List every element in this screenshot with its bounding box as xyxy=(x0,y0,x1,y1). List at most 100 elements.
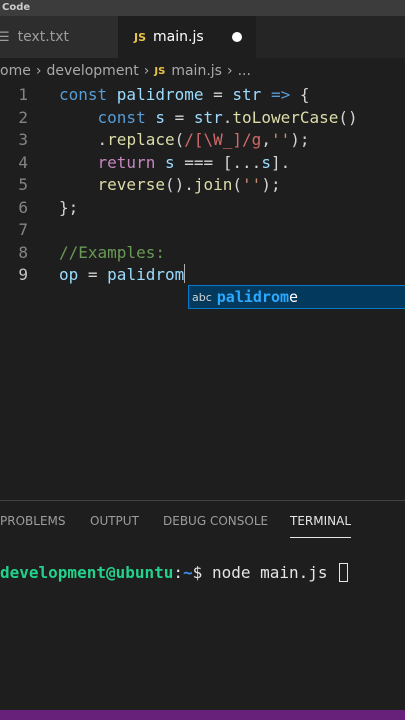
code-line[interactable]: 9 op = palidrom xyxy=(0,264,405,286)
code-token: ); xyxy=(290,130,310,149)
line-code: reverse().join(''); xyxy=(59,174,281,196)
terminal-path-sep: : xyxy=(173,563,184,582)
code-token: op xyxy=(59,265,79,284)
code-token: reverse xyxy=(97,175,165,194)
suggestion-rest-text: e xyxy=(289,288,299,306)
line-code: }; xyxy=(59,197,78,219)
code-token: str xyxy=(193,107,223,127)
tab-debug-console[interactable]: DEBUG CONSOLE xyxy=(163,511,268,531)
code-token: const xyxy=(59,85,117,104)
line-number: 8 xyxy=(18,242,28,262)
code-token: const xyxy=(97,107,156,127)
code-token: ); xyxy=(261,175,281,194)
code-line[interactable]: 2 const s = str.toLowerCase() xyxy=(0,107,405,129)
code-token: ( xyxy=(232,175,243,194)
text-suggestion-icon: abc xyxy=(192,290,212,304)
code-token: = xyxy=(164,107,194,127)
code-token: { xyxy=(290,85,310,104)
terminal-cursor xyxy=(339,563,349,582)
js-file-icon: JS xyxy=(134,30,147,44)
code-token: join xyxy=(193,175,233,194)
code-token: . xyxy=(59,130,108,149)
breadcrumb-more[interactable]: ... xyxy=(238,63,251,79)
code-token: s xyxy=(164,152,175,172)
code-token: palidrome xyxy=(116,85,204,104)
code-token: === [... xyxy=(174,152,262,172)
breadcrumb: ome › development › JS main.js › ... xyxy=(0,58,405,84)
tab-terminal[interactable]: TERMINAL xyxy=(290,511,352,538)
code-line[interactable]: 7 xyxy=(0,219,405,241)
code-token: () xyxy=(338,107,358,127)
code-token: s xyxy=(155,107,165,127)
code-token: toLowerCase xyxy=(232,107,339,127)
code-line[interactable]: 5 reverse().join(''); xyxy=(0,174,405,196)
code-line[interactable]: 3 .replace(/[\W_]/g,''); xyxy=(0,129,405,151)
code-token: /[\W_]/g xyxy=(184,130,262,149)
code-token: => xyxy=(270,85,291,104)
code-token: palidrom xyxy=(107,265,185,284)
line-number: 7 xyxy=(18,220,28,239)
breadcrumb-item-home[interactable]: ome xyxy=(0,63,31,79)
line-code: const palidrome = str => { xyxy=(59,84,309,106)
code-token: str xyxy=(232,85,262,104)
code-token: replace xyxy=(107,130,175,149)
code-token: ]. xyxy=(270,152,291,172)
code-token: }; xyxy=(59,197,79,217)
code-token: s xyxy=(261,152,271,172)
js-file-icon: JS xyxy=(154,65,166,77)
terminal-prompt-line[interactable]: development@ubuntu:~$ node main.js xyxy=(0,561,349,585)
chevron-right-icon: › xyxy=(143,63,150,79)
line-code: const s = str.toLowerCase() xyxy=(59,107,358,129)
code-token: //Examples: xyxy=(59,242,165,262)
terminal-prompt: $ xyxy=(192,563,212,582)
code-line[interactable]: 1 const palidrome = str => { xyxy=(0,84,405,106)
line-code: op = palidrom xyxy=(59,264,186,286)
chevron-right-icon: › xyxy=(226,63,233,79)
tab-label: main.js xyxy=(153,29,204,45)
code-token: (). xyxy=(164,175,194,194)
code-token: , xyxy=(261,130,271,149)
autocomplete-suggestion[interactable]: abc palidrom e xyxy=(188,285,405,309)
chevron-right-icon: › xyxy=(35,63,42,79)
window-title: Code xyxy=(0,0,405,16)
suggestion-match-text: palidrom xyxy=(216,288,290,306)
code-token: return xyxy=(97,152,165,172)
code-line[interactable]: 6}; xyxy=(0,197,405,219)
code-token: '' xyxy=(270,130,291,149)
status-bar xyxy=(0,710,405,720)
editor-tab-bar: ☰ text.txt JS main.js xyxy=(0,16,405,58)
code-token: = xyxy=(78,265,108,284)
code-token: '' xyxy=(242,175,262,194)
terminal-path: ~ xyxy=(183,563,193,582)
terminal-command: node main.js xyxy=(211,563,338,582)
breadcrumb-item-file[interactable]: main.js xyxy=(171,63,222,79)
panel-tabs: PROBLEMS OUTPUT DEBUG CONSOLE TERMINAL xyxy=(0,511,405,538)
code-token: . xyxy=(222,107,233,127)
code-token: = xyxy=(203,85,233,104)
tab-text-txt[interactable]: ☰ text.txt xyxy=(0,16,118,58)
code-line[interactable]: 4 return s === [...s]. xyxy=(0,152,405,174)
line-number: 2 xyxy=(18,107,28,127)
unsaved-dot-icon[interactable] xyxy=(232,32,242,42)
code-token: ( xyxy=(174,130,185,149)
text-cursor xyxy=(184,264,186,283)
line-number: 4 xyxy=(18,152,28,172)
line-number: 9 xyxy=(18,265,28,284)
tab-problems[interactable]: PROBLEMS xyxy=(0,511,66,531)
bottom-panel: PROBLEMS OUTPUT DEBUG CONSOLE TERMINAL d… xyxy=(0,500,405,710)
breadcrumb-item-development[interactable]: development xyxy=(46,63,138,79)
terminal-user: development@ubuntu xyxy=(0,563,174,582)
line-number: 5 xyxy=(18,175,28,194)
line-code: .replace(/[\W_]/g,''); xyxy=(59,129,310,151)
code-line[interactable]: 8 //Examples: xyxy=(0,242,405,264)
tab-label: text.txt xyxy=(17,29,70,45)
tab-main-js[interactable]: JS main.js xyxy=(118,16,256,58)
line-number: 1 xyxy=(18,85,28,104)
tab-output[interactable]: OUTPUT xyxy=(90,511,139,531)
line-number: 3 xyxy=(18,130,28,149)
lines-icon: ☰ xyxy=(0,29,10,45)
